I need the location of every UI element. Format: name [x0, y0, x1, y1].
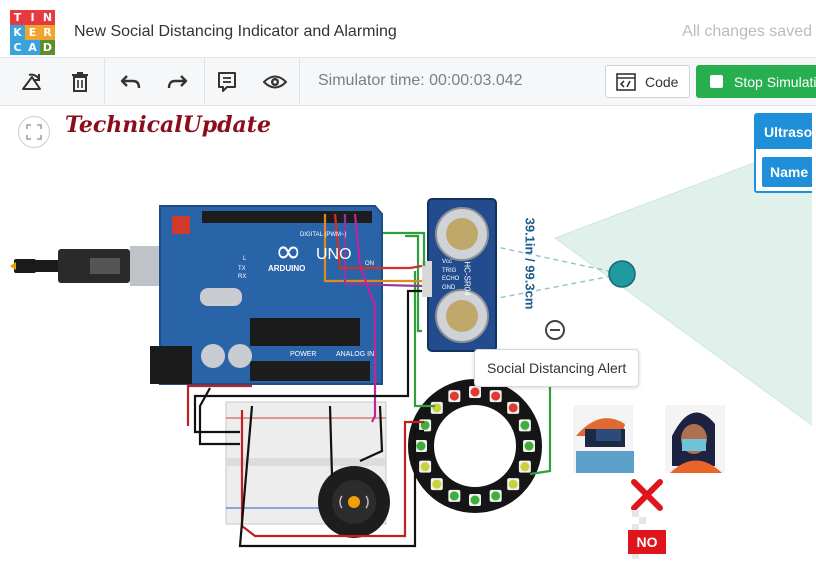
stop-simulation-label: Stop Simulation — [734, 73, 816, 90]
arduino-digital-label: DIGITAL (PWM~) — [300, 232, 347, 238]
remove-button[interactable] — [545, 320, 565, 340]
redo-icon[interactable] — [164, 68, 192, 96]
neopixel-led — [470, 495, 480, 505]
sensor-beam — [482, 273, 623, 302]
undo-icon[interactable] — [116, 68, 144, 96]
trash-icon[interactable] — [66, 68, 94, 96]
toolbar-separator — [104, 58, 105, 106]
save-status: All changes saved — [682, 23, 812, 40]
arduino-power-label: POWER — [290, 351, 317, 358]
toolbar: Simulator time: 00:00:03.042 Code Stop S… — [0, 58, 816, 106]
neopixel-ring — [408, 379, 542, 513]
neopixel-led — [491, 491, 501, 501]
code-button-label: Code — [645, 73, 679, 90]
checker-cell — [632, 510, 639, 517]
sensor-model-label: HC-SR04 — [462, 261, 472, 296]
neopixel-led — [470, 387, 480, 397]
stop-icon — [710, 75, 723, 88]
fit-view-icon — [26, 124, 42, 140]
minus-icon — [550, 329, 560, 331]
component-tooltip: Social Distancing Alert — [474, 349, 640, 387]
rotate-icon[interactable] — [18, 68, 46, 96]
toolbar-separator — [204, 58, 205, 106]
neopixel-led — [508, 403, 518, 413]
arduino-l-label: L — [243, 256, 247, 262]
neopixel-led — [420, 462, 430, 472]
arduino-on-label: ON — [365, 261, 374, 267]
person-figure-left — [573, 405, 634, 473]
usb-cable — [10, 246, 172, 286]
notes-icon[interactable] — [213, 68, 241, 96]
neopixel-led — [520, 420, 530, 430]
neopixel-led — [508, 479, 518, 489]
watermark-text: TechnicalUpdate — [65, 112, 271, 138]
alert-x-mark — [631, 479, 663, 511]
neopixel-led — [524, 441, 534, 451]
circuit-drawing: ∞ — [10, 140, 812, 559]
code-button[interactable]: Code — [605, 65, 690, 98]
logo-letter: C — [10, 40, 25, 55]
title-bar: TINKERCAD New Social Distancing Indicato… — [0, 0, 816, 58]
inspector-name-field[interactable]: Name — [762, 157, 812, 187]
no-badge: NO — [628, 530, 666, 554]
simulator-time: Simulator time: 00:00:03.042 — [318, 72, 523, 89]
logo-letter: I — [25, 10, 40, 25]
sensor-pin-label: ECHO — [442, 276, 460, 282]
fit-view-button[interactable] — [18, 116, 50, 148]
eye-icon[interactable] — [261, 68, 289, 96]
piezo-buzzer — [318, 466, 390, 538]
target-object — [608, 260, 636, 288]
sensor-pin-label: GND — [442, 284, 456, 291]
neopixel-led — [449, 391, 459, 401]
logo-letter: R — [40, 25, 55, 40]
logo-letter: T — [10, 10, 25, 25]
workplane-canvas[interactable]: ∞ TechnicalUpdate Ultraso Name ARDUINO U… — [10, 106, 812, 566]
code-icon — [616, 72, 636, 91]
neopixel-led — [416, 441, 426, 451]
sensor-pin-labels: Vcc TRIG ECHO GND — [442, 258, 462, 292]
arduino-brand-label: ARDUINO — [268, 264, 306, 273]
tinkercad-logo[interactable]: TINKERCAD — [10, 10, 55, 55]
distance-readout: 39.1in / 99.3cm — [522, 217, 538, 310]
neopixel-led — [432, 479, 442, 489]
arduino-model-label: UNO — [316, 246, 352, 263]
person-figure-right — [665, 405, 725, 473]
neopixel-led — [520, 462, 530, 472]
inspector-title: Ultrasonic — [756, 115, 812, 149]
neopixel-led — [449, 491, 459, 501]
ultrasonic-inspector-panel[interactable]: Ultrasonic Name — [754, 113, 812, 193]
logo-letter: K — [10, 25, 25, 40]
arduino-analog-label: ANALOG IN — [336, 351, 375, 358]
logo-letter: D — [40, 40, 55, 55]
stop-simulation-button[interactable]: Stop Simulation — [696, 65, 816, 98]
logo-letter: E — [25, 25, 40, 40]
arduino-rx-label: RX — [238, 274, 247, 280]
logo-letter: A — [25, 40, 40, 55]
logo-letter: N — [40, 10, 55, 25]
arduino-tx-label: TX — [238, 266, 246, 272]
neopixel-led — [432, 403, 442, 413]
checker-cell — [639, 517, 646, 524]
document-title[interactable]: New Social Distancing Indicator and Alar… — [74, 23, 397, 41]
toolbar-separator — [299, 58, 300, 106]
neopixel-led — [491, 391, 501, 401]
sensor-pin-label: Vcc — [442, 259, 453, 265]
sensor-pin-label: TRIG — [442, 267, 457, 274]
